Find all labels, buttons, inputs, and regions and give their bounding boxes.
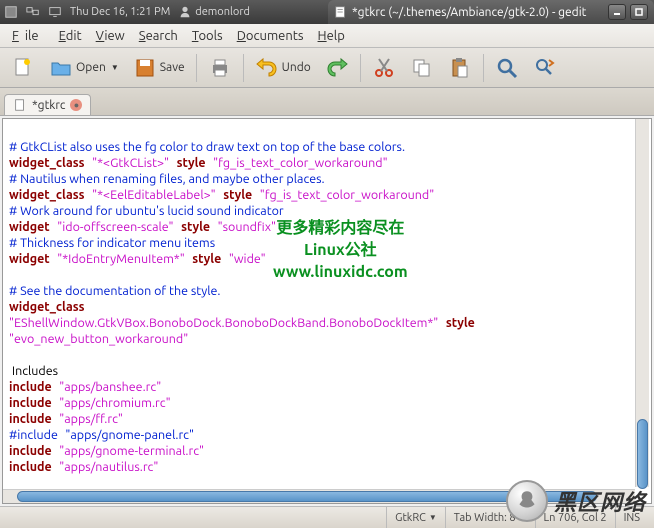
text-editor[interactable]: # GtkCList also uses the fg color to dra…: [3, 119, 651, 479]
code-token: "EShellWindow.GtkVBox.BonoboDock.BonoboD…: [9, 316, 438, 330]
code-token: #include: [9, 428, 58, 442]
save-button[interactable]: Save: [128, 53, 190, 83]
cut-button[interactable]: [367, 53, 401, 83]
menu-search[interactable]: Search: [133, 27, 184, 45]
status-spacer: [6, 507, 386, 528]
code-token: "evo_new_button_workaround": [9, 332, 188, 346]
code-token: widget_class: [9, 156, 85, 170]
statusbar: GtkRC▼ Tab Width: 8▼ Ln 706, Col 2 INS: [0, 506, 654, 528]
menu-edit[interactable]: Edit: [53, 27, 88, 45]
toolbar-separator: [483, 54, 484, 82]
code-token: style: [192, 252, 221, 266]
paste-button[interactable]: [443, 53, 477, 83]
code-line: # Thickness for indicator menu items: [9, 236, 215, 250]
code-token: "apps/gnome-panel.rc": [65, 428, 194, 442]
panel-screen-icon[interactable]: [48, 5, 62, 19]
chevron-down-icon[interactable]: ▼: [111, 63, 119, 72]
undo-label: Undo: [282, 61, 311, 74]
code-token: "*<GtkCList>": [92, 156, 169, 170]
code-line: # GtkCList also uses the fg color to dra…: [9, 140, 405, 154]
code-token: "*<EelEditableLabel>": [92, 188, 216, 202]
print-button[interactable]: [203, 53, 237, 83]
code-token: "soundfix": [218, 220, 276, 234]
code-token: include: [9, 380, 52, 394]
code-token: "apps/banshee.rc": [59, 380, 161, 394]
horizontal-scrollbar[interactable]: [3, 489, 635, 503]
open-button[interactable]: Open ▼: [44, 53, 124, 83]
code-token: "apps/ff.rc": [59, 412, 123, 426]
window-title: *gtkrc (~/.themes/Ambiance/gtk-2.0) - ge…: [352, 6, 586, 19]
menubar: File Edit View Search Tools Documents He…: [0, 24, 654, 48]
scrollbar-thumb[interactable]: [637, 419, 648, 489]
code-token: widget_class: [9, 188, 85, 202]
minimize-button[interactable]: [608, 4, 626, 20]
code-token: style: [223, 188, 252, 202]
code-token: style: [446, 316, 475, 330]
code-token: "fg_is_text_color_workaround": [213, 156, 387, 170]
code-token: style: [181, 220, 210, 234]
menu-file[interactable]: File: [6, 27, 51, 45]
code-token: "apps/chromium.rc": [59, 396, 170, 410]
document-tabs: *gtkrc ●: [0, 88, 654, 116]
status-tab-width[interactable]: Tab Width: 8▼: [445, 507, 535, 528]
vertical-scrollbar[interactable]: [635, 119, 649, 487]
toolbar-separator: [360, 54, 361, 82]
code-token: "fg_is_text_color_workaround": [260, 188, 434, 202]
chevron-down-icon: ▼: [429, 513, 437, 522]
maximize-button[interactable]: [630, 4, 648, 20]
editor-area: # GtkCList also uses the fg color to dra…: [2, 118, 652, 504]
redo-button[interactable]: [320, 53, 354, 83]
find-button[interactable]: [490, 53, 524, 83]
tab-close-button[interactable]: ●: [70, 99, 82, 111]
panel-user[interactable]: demonlord: [178, 5, 250, 19]
toolbar-separator: [243, 54, 244, 82]
code-line: # Work around for ubuntu's lucid sound i…: [9, 204, 284, 218]
code-token: widget_class: [9, 300, 85, 314]
status-position: Ln 706, Col 2: [535, 507, 615, 528]
panel-window-icon[interactable]: [26, 5, 40, 19]
menu-view[interactable]: View: [90, 27, 131, 45]
find-replace-button[interactable]: [528, 53, 562, 83]
menu-documents[interactable]: Documents: [231, 27, 310, 45]
open-label: Open: [76, 61, 106, 74]
status-insert-mode: INS: [615, 507, 648, 528]
new-button[interactable]: [6, 53, 40, 83]
save-label: Save: [160, 61, 185, 74]
menu-help[interactable]: Help: [312, 27, 351, 45]
code-token: "ido-offscreen-scale": [57, 220, 173, 234]
panel-app-icon[interactable]: [4, 5, 18, 19]
code-token: include: [9, 460, 52, 474]
code-token: "wide": [229, 252, 266, 266]
document-icon: [13, 98, 27, 112]
chevron-down-icon: ▼: [519, 513, 527, 522]
tab-gtkrc[interactable]: *gtkrc ●: [4, 94, 91, 115]
code-token: include: [9, 396, 52, 410]
code-token: include: [9, 444, 52, 458]
code-token: "apps/gnome-terminal.rc": [59, 444, 204, 458]
copy-button[interactable]: [405, 53, 439, 83]
code-token: widget: [9, 220, 50, 234]
undo-button[interactable]: Undo: [250, 53, 316, 83]
code-line: # See the documentation of the style.: [9, 284, 220, 298]
status-language[interactable]: GtkRC▼: [386, 507, 445, 528]
code-token: widget: [9, 252, 50, 266]
panel-clock[interactable]: Thu Dec 16, 1:21 PM: [70, 6, 170, 18]
toolbar: Open ▼ Save Undo: [0, 48, 654, 88]
scrollbar-thumb[interactable]: [17, 491, 597, 502]
panel-user-label: demonlord: [195, 6, 250, 18]
code-line: Includes: [9, 364, 58, 378]
code-token: style: [177, 156, 206, 170]
code-token: "apps/nautilus.rc": [59, 460, 158, 474]
tab-label: *gtkrc: [32, 99, 65, 112]
code-token: include: [9, 412, 52, 426]
code-token: "*IdoEntryMenuItem*": [57, 252, 185, 266]
window-title-bar[interactable]: *gtkrc (~/.themes/Ambiance/gtk-2.0) - ge…: [328, 0, 654, 24]
menu-tools[interactable]: Tools: [186, 27, 229, 45]
toolbar-separator: [196, 54, 197, 82]
app-icon: [334, 5, 348, 19]
code-line: # Nautilus when renaming files, and mayb…: [9, 172, 325, 186]
